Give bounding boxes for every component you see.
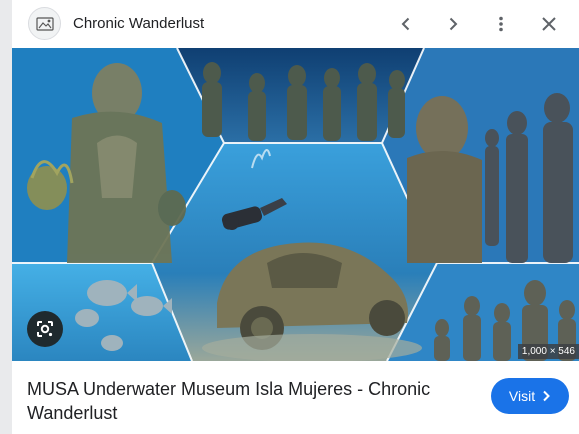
result-title[interactable]: MUSA Underwater Museum Isla Mujeres - Ch… bbox=[27, 377, 467, 425]
close-icon[interactable] bbox=[535, 10, 563, 38]
site-logo-icon[interactable] bbox=[28, 7, 61, 40]
chevron-right-icon[interactable] bbox=[439, 10, 467, 38]
preview-header: Chronic Wanderlust bbox=[12, 0, 579, 48]
visit-button[interactable]: Visit bbox=[491, 378, 569, 414]
site-name[interactable]: Chronic Wanderlust bbox=[73, 15, 204, 32]
underwater-collage-image bbox=[12, 48, 579, 361]
chevron-right-icon bbox=[541, 390, 551, 402]
preview-image[interactable]: 1,000 × 546 bbox=[12, 48, 579, 361]
image-dimensions-badge: 1,000 × 546 bbox=[517, 344, 579, 359]
more-vert-icon[interactable] bbox=[487, 10, 515, 38]
image-preview-panel: Chronic Wanderlust 1,000 × 546 MUSA Unde… bbox=[12, 0, 579, 434]
google-lens-icon[interactable] bbox=[27, 311, 63, 347]
chevron-left-icon[interactable] bbox=[392, 10, 420, 38]
visit-button-label: Visit bbox=[508, 388, 536, 404]
